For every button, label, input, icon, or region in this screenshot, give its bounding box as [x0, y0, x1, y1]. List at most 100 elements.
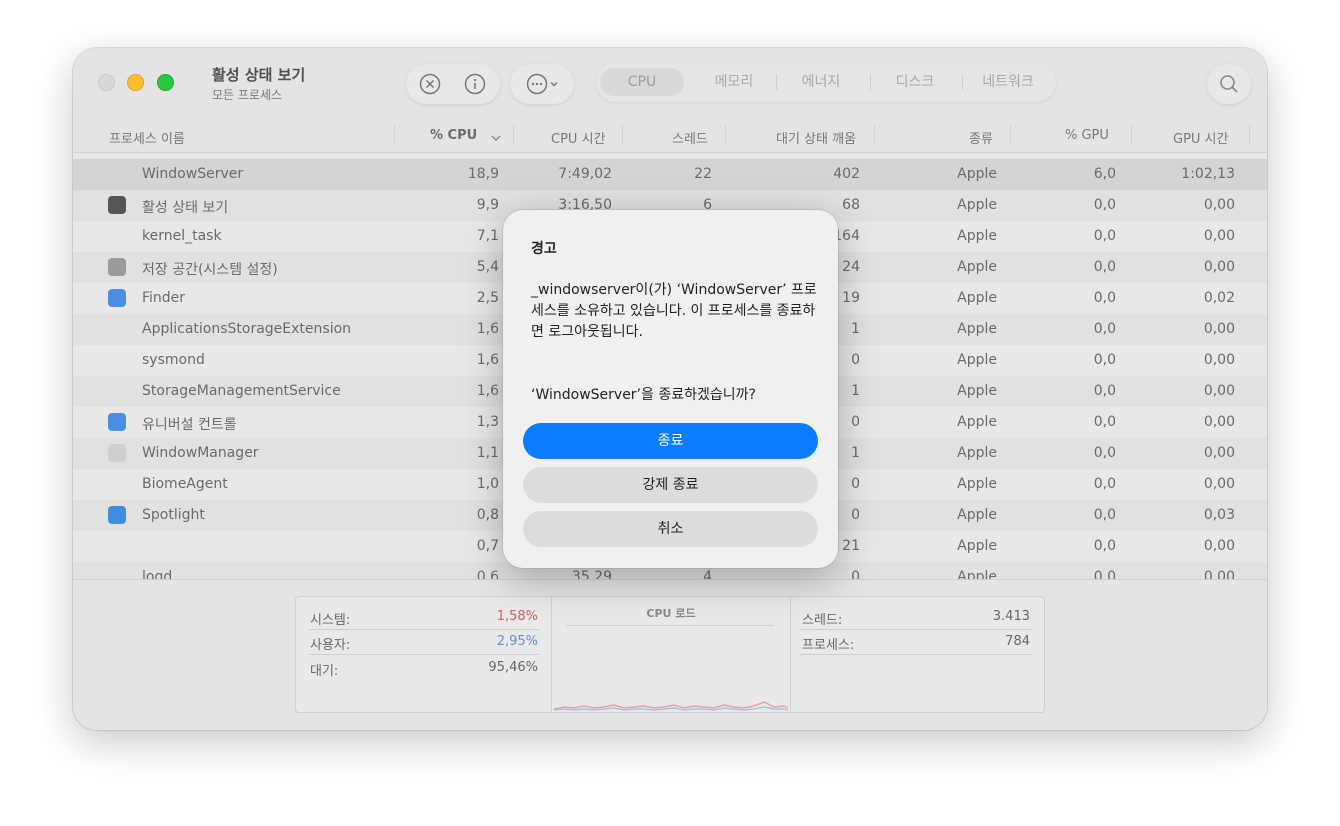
inspect-process-button[interactable]	[463, 72, 487, 96]
tab-memory[interactable]: 메모리	[692, 68, 776, 96]
table-header: 프로세스 이름 % CPU CPU 시간 스레드 대기 상태 깨움 종류 % G…	[73, 120, 1267, 153]
storage-settings-icon	[108, 258, 126, 276]
process-name: 유니버설 컨트롤	[142, 417, 237, 433]
system-value: 1,58%	[496, 609, 538, 624]
sort-descending-chevron-icon	[491, 135, 501, 141]
minimize-window-button[interactable]	[127, 74, 144, 91]
search-button[interactable]	[1207, 64, 1251, 104]
force-quit-button[interactable]: 강제 종료	[523, 467, 818, 503]
cell-gpu-time: 0,00	[1203, 445, 1235, 461]
cell-cpu: 2,5	[476, 290, 499, 306]
process-name: logd	[142, 569, 173, 579]
activity-monitor-icon	[108, 196, 126, 214]
stop-process-button[interactable]	[418, 72, 442, 96]
user-label: 사용자:	[310, 638, 351, 653]
divider	[800, 629, 1032, 630]
cell-gpu: 6,0	[1093, 166, 1116, 182]
window-manager-icon	[108, 444, 126, 462]
process-name: kernel_task	[142, 228, 222, 244]
cell-gpu-time: 0,00	[1203, 538, 1235, 554]
cell-gpu: 0,0	[1093, 569, 1116, 579]
table-row[interactable]: WindowServer 18,9 7:49,02 22 402 Apple 6,0 1:02…	[73, 159, 1267, 190]
cell-threads: 4	[703, 569, 712, 579]
column-gpu-time[interactable]: GPU 시간	[1173, 128, 1228, 147]
cancel-button[interactable]: 취소	[523, 511, 818, 547]
cpu-load-graph: CPU 로드	[551, 597, 791, 712]
column-kind[interactable]: 종류	[969, 128, 993, 147]
cell-cpu-time: 7:49,02	[558, 166, 612, 182]
user-value: 2,95%	[496, 634, 538, 649]
cell-cpu: 1,6	[476, 321, 499, 337]
cell-cpu: 1,6	[476, 383, 499, 399]
cell-kind: Apple	[957, 414, 997, 430]
tab-cpu[interactable]: CPU	[600, 68, 684, 96]
alert-message: _windowserver이(가) ‘WindowServer’ 프로세스를 소…	[531, 282, 817, 340]
cell-cpu: 0,6	[476, 569, 499, 579]
tab-divider	[870, 74, 871, 90]
process-name: StorageManagementService	[142, 383, 341, 399]
column-cpu[interactable]: % CPU	[430, 128, 477, 143]
cell-cpu: 1,6	[476, 352, 499, 368]
app-subtitle[interactable]: 모든 프로세스	[212, 86, 282, 103]
tab-network[interactable]: 네트워크	[964, 68, 1052, 96]
divider	[566, 625, 774, 626]
divider	[308, 654, 540, 655]
cell-cpu: 1,3	[476, 414, 499, 430]
column-idle-wakeups[interactable]: 대기 상태 깨움	[776, 128, 856, 147]
more-actions-button[interactable]	[523, 72, 563, 96]
cell-gpu-time: 0,00	[1203, 228, 1235, 244]
cell-gpu: 0,0	[1093, 290, 1116, 306]
quit-button[interactable]: 종료	[523, 423, 818, 459]
cell-kind: Apple	[957, 476, 997, 492]
universal-control-icon	[108, 413, 126, 431]
view-tabs: CPU 메모리 에너지 디스크 네트워크	[596, 62, 1056, 102]
cell-gpu-time: 0,02	[1203, 290, 1235, 306]
cell-cpu: 0,8	[476, 507, 499, 523]
cell-gpu: 0,0	[1093, 414, 1116, 430]
zoom-window-button[interactable]	[157, 74, 174, 91]
cell-cpu: 1,0	[476, 476, 499, 492]
cell-gpu: 0,0	[1093, 476, 1116, 492]
toolbar-group-actions	[406, 64, 500, 104]
cell-cpu: 1,1	[476, 445, 499, 461]
x-circle-icon	[419, 73, 441, 95]
cell-gpu-time: 0,00	[1203, 383, 1235, 399]
threads-value: 3.413	[992, 609, 1030, 624]
cell-kind: Apple	[957, 166, 997, 182]
tab-energy[interactable]: 에너지	[779, 68, 863, 96]
cpu-load-sparkline	[554, 701, 788, 711]
column-gpu[interactable]: % GPU	[1065, 128, 1109, 143]
cell-gpu: 0,0	[1093, 538, 1116, 554]
cell-gpu: 0,0	[1093, 352, 1116, 368]
idle-label: 대기:	[310, 664, 339, 679]
cpu-summary-panel: 시스템: 1,58% 사용자: 2,95% 대기: 95,46% CPU 로드 …	[295, 596, 1045, 713]
ellipsis-circle-icon	[526, 73, 548, 95]
quit-process-alert-dialog: 경고 _windowserver이(가) ‘WindowServer’ 프로세스…	[503, 210, 838, 568]
cell-gpu: 0,0	[1093, 259, 1116, 275]
column-cpu-time[interactable]: CPU 시간	[551, 128, 605, 147]
cell-cpu: 9,9	[476, 197, 499, 213]
cell-kind: Apple	[957, 290, 997, 306]
cell-kind: Apple	[957, 321, 997, 337]
cell-gpu-time: 0,00	[1203, 321, 1235, 337]
tab-disk[interactable]: 디스크	[873, 68, 957, 96]
cell-gpu-time: 0,00	[1203, 352, 1235, 368]
info-circle-icon	[464, 73, 486, 95]
cell-gpu-time: 0,03	[1203, 507, 1235, 523]
spotlight-icon	[108, 506, 126, 524]
process-name: 저장 공간(시스템 설정)	[142, 262, 278, 278]
cell-gpu-time: 0,00	[1203, 197, 1235, 213]
alert-title: 경고	[531, 241, 557, 257]
threads-label: 스레드:	[802, 613, 843, 628]
cell-cpu: 0,7	[476, 538, 499, 554]
toolbar-group-more	[510, 64, 574, 104]
cell-gpu: 0,0	[1093, 383, 1116, 399]
column-process-name[interactable]: 프로세스 이름	[109, 128, 185, 147]
cell-cpu: 5,4	[476, 259, 499, 275]
cell-wakeups: 0	[851, 569, 860, 579]
column-threads[interactable]: 스레드	[672, 128, 708, 147]
chevron-down-icon	[550, 82, 558, 87]
cell-gpu-time: 0,00	[1203, 414, 1235, 430]
cell-gpu: 0,0	[1093, 507, 1116, 523]
close-window-button[interactable]	[98, 74, 115, 91]
